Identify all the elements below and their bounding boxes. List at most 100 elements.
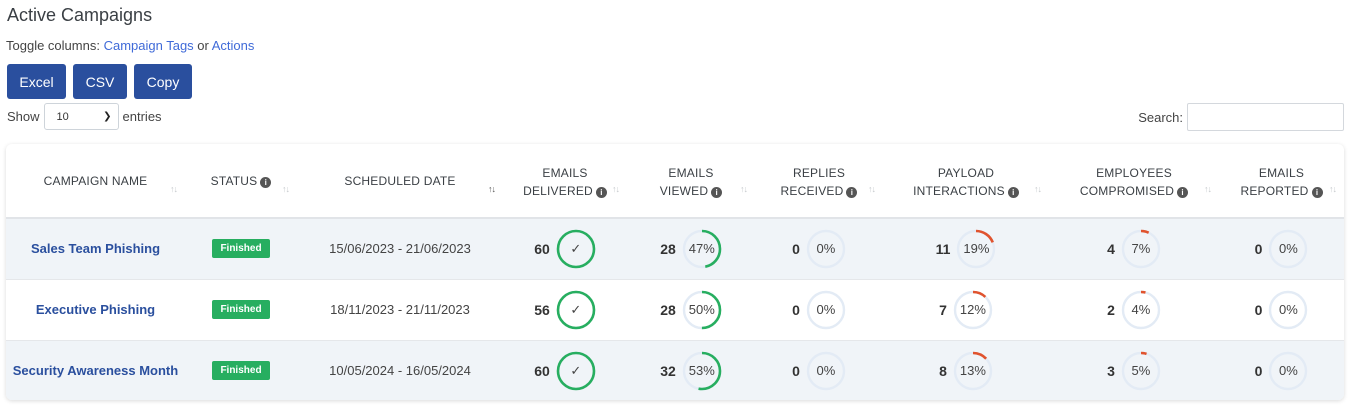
metric-replies: 0 0%	[792, 351, 846, 391]
column-header-line2: Scheduled Date	[344, 173, 456, 188]
progress-ring-label: 0%	[816, 301, 836, 317]
scheduled-date-cell: 15/06/2023 - 21/06/2023	[297, 218, 503, 279]
reported-cell: 0 0%	[1219, 279, 1344, 340]
metric-replies: 0 0%	[792, 290, 846, 330]
sort-icon[interactable]: ↑↓	[1034, 180, 1042, 198]
metric-count: 11	[935, 240, 951, 257]
sort-icon[interactable]: ↑↓	[868, 180, 876, 198]
info-icon[interactable]: i	[1311, 186, 1323, 198]
info-icon[interactable]: i	[595, 186, 607, 198]
sort-icon[interactable]: ↑↓	[740, 180, 748, 198]
column-header-line1: Emails	[1258, 165, 1305, 180]
entries-select[interactable]: 10 ❯	[43, 103, 119, 130]
copy-button[interactable]: Copy	[134, 64, 192, 99]
sort-icon[interactable]: ↑↓	[282, 180, 290, 198]
campaigns-table: Campaign Name ↑↓ Status i ↑↓ Scheduled Date ↑↓…	[6, 144, 1344, 400]
payload-cell: 7 12%	[883, 279, 1049, 340]
search-input[interactable]	[1187, 103, 1344, 131]
viewed-cell: 32 53%	[627, 340, 755, 400]
progress-ring: 13%	[953, 351, 993, 391]
toggle-campaign-tags-link[interactable]: Campaign Tags	[104, 38, 194, 53]
progress-ring: 0%	[806, 351, 846, 391]
progress-ring-label: 7%	[1131, 240, 1151, 256]
sort-icon[interactable]: ↑↓	[170, 180, 178, 198]
progress-ring: 19%	[956, 229, 996, 269]
metric-viewed: 32 53%	[660, 351, 722, 391]
progress-ring-label: ✓	[570, 362, 582, 378]
campaign-name-cell[interactable]: Security Awareness Month	[6, 340, 185, 400]
column-header-emails-delivered[interactable]: Emails Delivered i ↑↓	[503, 144, 627, 219]
metric-payload: 8 13%	[939, 351, 993, 391]
info-icon[interactable]: i	[711, 186, 723, 198]
column-header-line2: Delivered	[523, 183, 593, 198]
campaign-name-cell[interactable]: Executive Phishing	[6, 279, 185, 340]
column-header-replies-received[interactable]: Replies Received i ↑↓	[755, 144, 883, 219]
replies-cell: 0 0%	[755, 340, 883, 400]
table-row[interactable]: Security Awareness Month Finished 10/05/20…	[6, 340, 1344, 400]
metric-viewed: 28 47%	[660, 229, 722, 269]
campaign-name-link[interactable]: Security Awareness Month	[13, 363, 178, 378]
info-icon[interactable]: i	[1007, 186, 1019, 198]
metric-count: 0	[1254, 301, 1263, 318]
scheduled-date-cell: 10/05/2024 - 16/05/2024	[297, 340, 503, 400]
info-icon[interactable]: i	[846, 186, 858, 198]
sort-ascending-icon[interactable]: ↑↓	[488, 180, 496, 198]
sort-icon[interactable]: ↑↓	[1204, 180, 1212, 198]
metric-count: 32	[660, 362, 676, 379]
show-label: Show	[7, 109, 40, 124]
column-header-line2: Compromised	[1079, 183, 1175, 198]
metric-count: 4	[1107, 240, 1115, 257]
metric-viewed: 28 50%	[660, 290, 722, 330]
table-body: Sales Team Phishing Finished 15/06/2023 - …	[6, 218, 1344, 400]
progress-ring-label: 12%	[959, 301, 986, 317]
info-icon[interactable]: i	[260, 176, 272, 188]
progress-ring: 5%	[1121, 351, 1161, 391]
column-header-emails-viewed[interactable]: Emails Viewed i ↑↓	[627, 144, 755, 219]
campaign-name-link[interactable]: Sales Team Phishing	[31, 241, 160, 256]
scheduled-date: 15/06/2023 - 21/06/2023	[329, 241, 471, 257]
campaigns-table-card: Campaign Name ↑↓ Status i ↑↓ Scheduled Date ↑↓…	[6, 144, 1344, 400]
payload-cell: 8 13%	[883, 340, 1049, 400]
campaign-name-link[interactable]: Executive Phishing	[36, 302, 155, 317]
metric-count: 7	[939, 301, 947, 318]
column-header-scheduled-date[interactable]: Scheduled Date ↑↓	[297, 144, 503, 219]
campaign-name-cell[interactable]: Sales Team Phishing	[6, 218, 185, 279]
csv-button[interactable]: CSV	[73, 64, 127, 99]
table-row[interactable]: Sales Team Phishing Finished 15/06/2023 - …	[6, 218, 1344, 279]
column-header-campaign-name[interactable]: Campaign Name ↑↓	[6, 144, 185, 219]
entries-select-value: 10	[56, 110, 69, 123]
progress-ring: 0%	[806, 229, 846, 269]
table-header-row: Campaign Name ↑↓ Status i ↑↓ Scheduled Date ↑↓…	[6, 144, 1344, 219]
progress-ring-label: 53%	[688, 362, 715, 378]
toggle-actions-link[interactable]: Actions	[212, 38, 255, 53]
metric-compromised: 2 4%	[1107, 290, 1161, 330]
sort-icon[interactable]: ↑↓	[612, 180, 620, 198]
metric-count: 0	[1254, 362, 1263, 379]
page-title: Active Campaigns	[7, 5, 153, 25]
metric-count: 60	[534, 362, 550, 379]
progress-ring: 50%	[682, 290, 722, 330]
info-icon[interactable]: i	[1177, 186, 1189, 198]
progress-ring: ✓	[556, 229, 596, 269]
progress-ring-label: 13%	[959, 362, 986, 378]
metric-count: 0	[792, 301, 800, 318]
excel-button[interactable]: Excel	[7, 64, 66, 99]
column-header-status[interactable]: Status i ↑↓	[185, 144, 297, 219]
column-header-payload-interactions[interactable]: Payload Interactions i ↑↓	[883, 144, 1049, 219]
metric-count: 0	[792, 240, 800, 257]
progress-ring: 0%	[806, 290, 846, 330]
toggle-prefix: Toggle columns:	[6, 38, 100, 53]
column-header-line2: Viewed	[659, 183, 709, 198]
table-row[interactable]: Executive Phishing Finished 18/11/2023 - 2…	[6, 279, 1344, 340]
viewed-cell: 28 50%	[627, 279, 755, 340]
metric-count: 28	[660, 301, 676, 318]
column-header-line1: Payload	[937, 165, 995, 180]
column-header-employees-compromised[interactable]: Employees Compromised i ↑↓	[1049, 144, 1219, 219]
replies-cell: 0 0%	[755, 218, 883, 279]
reported-cell: 0 0%	[1219, 218, 1344, 279]
column-header-emails-reported[interactable]: Emails Reported i ↑↓	[1219, 144, 1344, 219]
delivered-cell: 60 ✓	[503, 218, 627, 279]
replies-cell: 0 0%	[755, 279, 883, 340]
sort-icon[interactable]: ↑↓	[1329, 180, 1337, 198]
chevron-down-icon: ❯	[103, 111, 112, 122]
